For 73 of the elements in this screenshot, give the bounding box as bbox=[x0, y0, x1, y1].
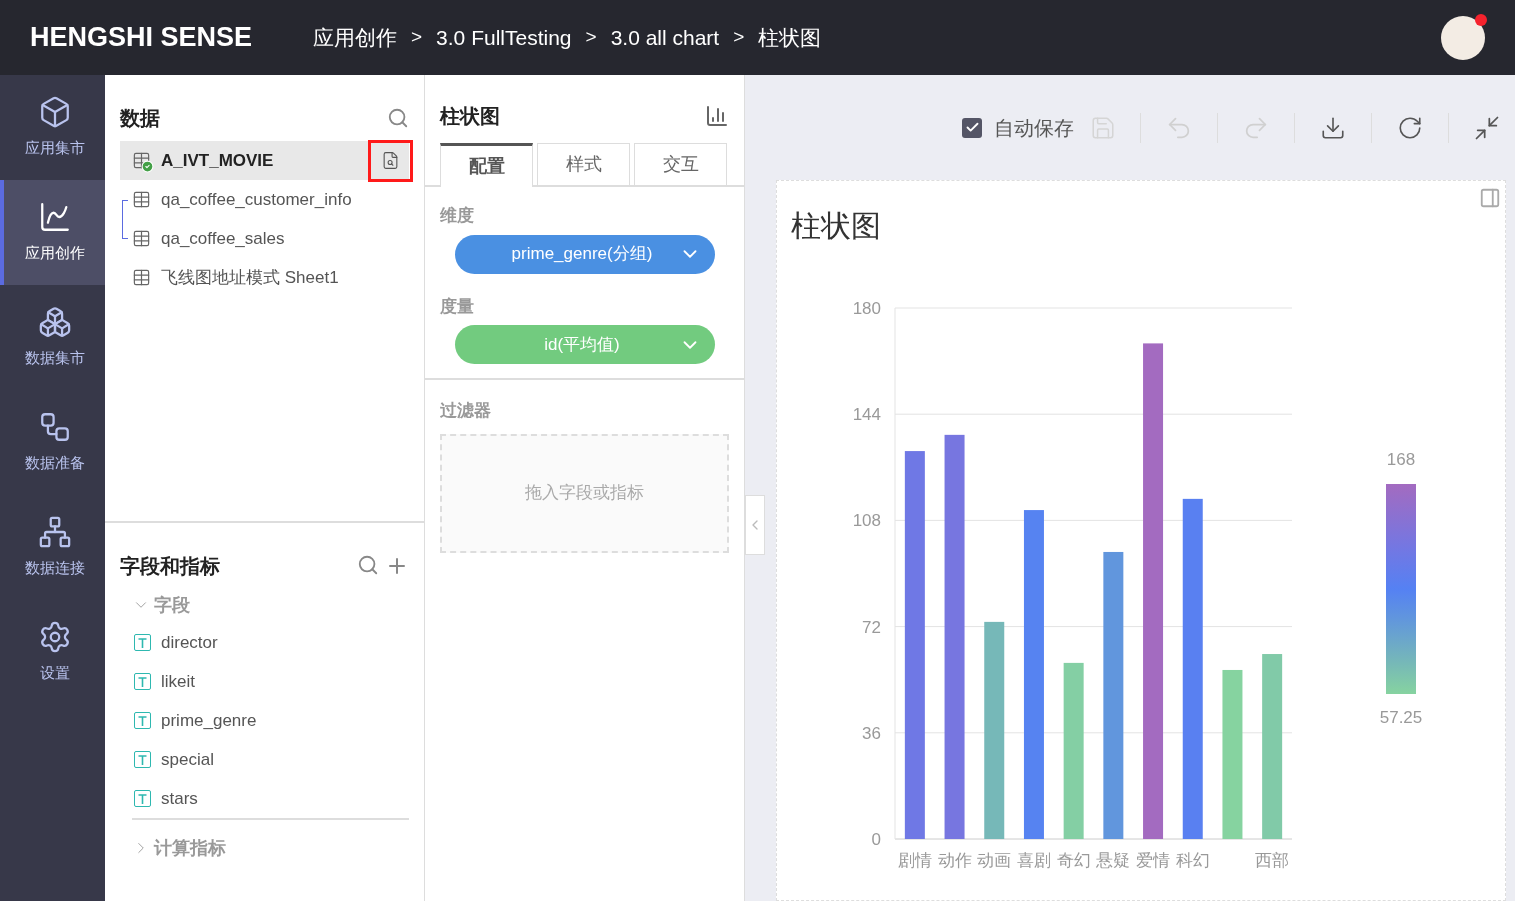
table-icon bbox=[132, 190, 151, 209]
text-field-icon bbox=[134, 673, 151, 690]
nav-item[interactable]: 设置 bbox=[0, 600, 105, 705]
nav-item[interactable]: 数据准备 bbox=[0, 390, 105, 495]
field-item[interactable]: stars bbox=[120, 779, 409, 818]
legend-min-label: 57.25 bbox=[1379, 708, 1423, 727]
preview-button[interactable] bbox=[368, 139, 413, 182]
breadcrumb-link[interactable]: 柱状图 bbox=[758, 21, 822, 54]
user-avatar[interactable] bbox=[1441, 15, 1485, 60]
x-axis-label: 悬疑 bbox=[1096, 851, 1131, 870]
autosave-checkbox[interactable] bbox=[962, 117, 982, 138]
check-badge-icon bbox=[141, 160, 154, 173]
y-tick-label: 108 bbox=[852, 511, 881, 531]
x-axis-label: 科幻 bbox=[1175, 851, 1210, 870]
refresh-icon[interactable] bbox=[1397, 114, 1423, 141]
x-axis-label: 剧情 bbox=[897, 851, 932, 870]
dataset-item[interactable]: qa_coffee_customer_info bbox=[120, 180, 409, 219]
boxes-icon bbox=[37, 305, 72, 340]
breadcrumb-separator: > bbox=[411, 25, 423, 50]
section-label: 度量 bbox=[440, 295, 474, 318]
x-axis-label: 动作 bbox=[937, 851, 972, 870]
y-tick-label: 36 bbox=[862, 723, 881, 743]
y-tick-label: 144 bbox=[852, 405, 881, 425]
panel-title: 数据 bbox=[120, 106, 160, 131]
field-item[interactable]: director bbox=[120, 623, 409, 662]
search-icon[interactable] bbox=[357, 554, 379, 576]
text-field-icon bbox=[134, 712, 151, 729]
breadcrumb-link[interactable]: 3.0 FullTesting bbox=[436, 21, 572, 54]
field-item[interactable]: likeit bbox=[120, 662, 409, 701]
y-tick-label: 0 bbox=[871, 830, 881, 849]
x-axis-label: 喜剧 bbox=[1016, 851, 1051, 870]
x-axis-label: 西部 bbox=[1255, 851, 1290, 870]
table-icon bbox=[132, 229, 151, 248]
breadcrumb-separator: > bbox=[585, 25, 597, 50]
panel-icon[interactable] bbox=[1479, 187, 1501, 209]
text-field-icon bbox=[134, 751, 151, 768]
breadcrumb-separator: > bbox=[733, 25, 745, 50]
x-axis-label: 动画 bbox=[977, 851, 1012, 870]
bar-chart-icon[interactable] bbox=[705, 104, 729, 128]
breadcrumb-link[interactable]: 应用创作 bbox=[313, 21, 397, 54]
field-item[interactable]: special bbox=[120, 740, 409, 779]
panel-title: 柱状图 bbox=[440, 104, 500, 129]
check-icon bbox=[964, 120, 980, 135]
y-tick-label: 72 bbox=[862, 617, 881, 637]
network-icon bbox=[37, 515, 72, 550]
section-label: 过滤器 bbox=[440, 400, 491, 422]
chart-title: 柱状图 bbox=[791, 209, 881, 242]
autosave-label: 自动保存 bbox=[994, 115, 1074, 141]
y-tick-label: 180 bbox=[852, 299, 881, 318]
nav-item[interactable]: 数据集市 bbox=[0, 285, 105, 390]
panel-title: 字段和指标 bbox=[120, 554, 220, 579]
search-icon[interactable] bbox=[387, 107, 409, 129]
table-icon bbox=[132, 268, 151, 287]
logo: HENGSHI SENSE bbox=[30, 21, 254, 55]
tab[interactable]: 配置 bbox=[440, 143, 533, 187]
tab[interactable]: 样式 bbox=[537, 143, 630, 185]
nav-item[interactable]: 应用创作 bbox=[0, 180, 105, 285]
section-label: 维度 bbox=[440, 205, 474, 227]
breadcrumb-link[interactable]: 3.0 all chart bbox=[610, 21, 720, 54]
nav-item[interactable]: 应用集市 bbox=[0, 75, 105, 180]
tab[interactable]: 交互 bbox=[634, 143, 727, 185]
x-axis-label: 爱情 bbox=[1136, 851, 1171, 870]
dataset-item[interactable]: qa_coffee_sales bbox=[120, 219, 409, 258]
dataset-item[interactable]: 飞线图地址模式 Sheet1 bbox=[120, 258, 409, 297]
file-search-icon bbox=[381, 151, 400, 170]
text-field-icon bbox=[134, 790, 151, 807]
nav-item[interactable]: 数据连接 bbox=[0, 495, 105, 600]
table-icon bbox=[132, 151, 151, 170]
field-item[interactable]: prime_genre bbox=[120, 701, 409, 740]
collapse-handle[interactable] bbox=[745, 495, 765, 555]
legend-max-label: 168 bbox=[1386, 450, 1416, 469]
text-field-icon bbox=[134, 634, 151, 651]
x-axis-label: 奇幻 bbox=[1056, 851, 1091, 870]
